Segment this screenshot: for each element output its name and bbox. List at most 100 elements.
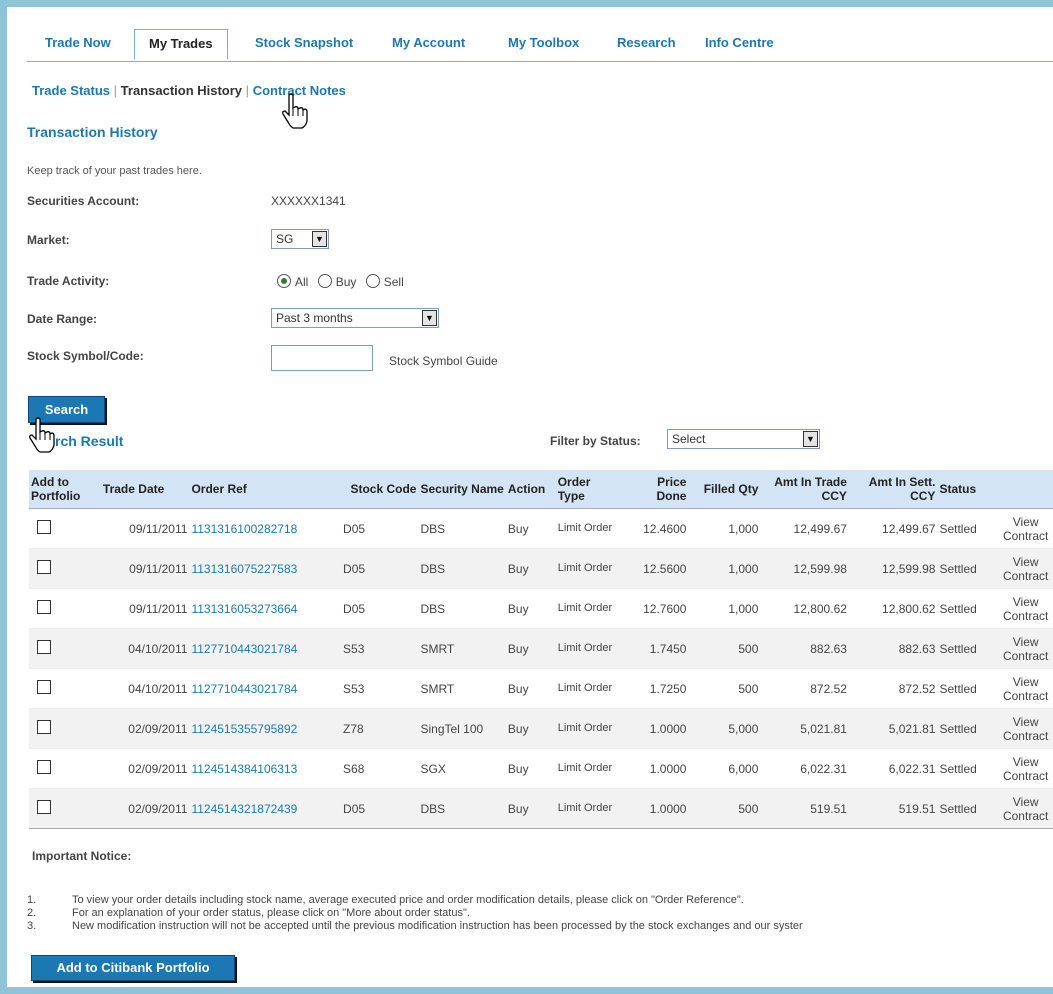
cell-stock-code: S53 bbox=[341, 628, 419, 669]
radio-buy[interactable] bbox=[317, 274, 332, 288]
add-portfolio-checkbox[interactable] bbox=[37, 800, 51, 814]
cell-stock-code: D05 bbox=[341, 788, 419, 829]
securities-account-value: XXXXXX1341 bbox=[271, 194, 346, 208]
cell-filled-qty: 500 bbox=[688, 668, 761, 709]
cell-order-ref[interactable]: 1124514384106313 bbox=[189, 748, 342, 789]
cell-order-type: Limit Order bbox=[555, 668, 623, 709]
cell-order-ref[interactable]: 1124514321872439 bbox=[189, 788, 342, 829]
cell-status: Settled bbox=[937, 628, 999, 669]
cell-order-type: Limit Order bbox=[555, 508, 623, 549]
tab-my-toolbox[interactable]: My Toolbox bbox=[508, 35, 579, 50]
cell-stock-code: D05 bbox=[341, 508, 419, 549]
table-row: 04/10/2011 1127710443021784 S53 SMRT Buy Limi… bbox=[29, 628, 1053, 669]
add-to-portfolio-button[interactable]: Add to Citibank Portfolio bbox=[31, 955, 235, 981]
radio-sell[interactable] bbox=[365, 274, 380, 288]
tab-my-account[interactable]: My Account bbox=[392, 35, 465, 50]
date-range-value: Past 3 months bbox=[276, 311, 353, 325]
subnav-trade-status[interactable]: Trade Status bbox=[32, 83, 110, 98]
tab-trade-now[interactable]: Trade Now bbox=[45, 35, 111, 50]
date-range-label: Date Range: bbox=[27, 312, 98, 326]
securities-account-label: Securities Account: bbox=[27, 194, 140, 208]
cell-stock-code: Z78 bbox=[341, 708, 419, 749]
cell-checkbox bbox=[29, 668, 101, 709]
table-row: 09/11/2011 1131316075227583 D05 DBS Buy Limit… bbox=[29, 548, 1053, 589]
cell-order-ref[interactable]: 1127710443021784 bbox=[189, 668, 342, 709]
cell-amt-trade: 519.51 bbox=[760, 788, 849, 829]
cell-amt-trade: 12,499.67 bbox=[760, 508, 849, 549]
market-label: Market: bbox=[27, 233, 70, 247]
table-row: 02/09/2011 1124514384106313 S68 SGX Buy Limit… bbox=[29, 748, 1053, 789]
add-portfolio-checkbox[interactable] bbox=[37, 600, 51, 614]
cell-stock-code: S53 bbox=[341, 668, 419, 709]
cell-security-name: SMRT bbox=[418, 628, 506, 669]
cell-action: Buy bbox=[505, 788, 556, 829]
cell-action: Buy bbox=[505, 548, 556, 589]
cell-order-ref[interactable]: 1131316100282718 bbox=[189, 508, 342, 549]
cell-amt-sett: 519.51 bbox=[848, 788, 938, 829]
tab-stock-snapshot[interactable]: Stock Snapshot bbox=[255, 35, 353, 50]
radio-all[interactable] bbox=[277, 274, 291, 288]
date-range-select[interactable]: Past 3 months ▼ bbox=[271, 308, 439, 328]
cell-status: Settled bbox=[937, 708, 999, 749]
cell-checkbox bbox=[29, 788, 101, 829]
cell-status: Settled bbox=[937, 508, 999, 549]
tab-info-centre[interactable]: Info Centre bbox=[705, 35, 774, 50]
subnav-separator: | bbox=[113, 83, 118, 98]
cell-view-contract[interactable]: View Contract bbox=[998, 548, 1053, 589]
filter-status-label: Filter by Status: bbox=[550, 434, 641, 448]
tab-research[interactable]: Research bbox=[617, 35, 676, 50]
cell-status: Settled bbox=[937, 588, 999, 629]
cell-order-ref[interactable]: 1131316053273664 bbox=[189, 588, 342, 629]
add-portfolio-checkbox[interactable] bbox=[37, 760, 51, 774]
cell-security-name: SingTel 100 bbox=[418, 708, 506, 749]
cell-view-contract[interactable]: View Contract bbox=[998, 668, 1053, 709]
cell-view-contract[interactable]: View Contract bbox=[998, 588, 1053, 629]
cell-amt-sett: 12,800.62 bbox=[848, 588, 938, 629]
cell-security-name: DBS bbox=[418, 508, 506, 549]
cell-security-name: DBS bbox=[418, 548, 506, 589]
cell-action: Buy bbox=[505, 748, 556, 789]
stock-symbol-guide-link[interactable]: Stock Symbol Guide bbox=[389, 354, 498, 368]
cell-filled-qty: 500 bbox=[688, 628, 761, 669]
add-portfolio-checkbox[interactable] bbox=[37, 520, 51, 534]
cell-price-done: 1.0000 bbox=[622, 708, 689, 749]
cell-view-contract[interactable]: View Contract bbox=[998, 708, 1053, 749]
table-row: 04/10/2011 1127710443021784 S53 SMRT Buy Limi… bbox=[29, 668, 1053, 709]
market-select[interactable]: SG ▼ bbox=[271, 229, 329, 249]
stock-symbol-input[interactable] bbox=[271, 345, 373, 371]
cell-checkbox bbox=[29, 748, 101, 789]
cell-order-ref[interactable]: 1127710443021784 bbox=[189, 628, 342, 669]
filter-status-select[interactable]: Select ▼ bbox=[667, 429, 820, 449]
add-portfolio-checkbox[interactable] bbox=[37, 640, 51, 654]
trade-activity-label: Trade Activity: bbox=[27, 274, 110, 288]
col-trade-date: Trade Date bbox=[100, 470, 190, 509]
subnav-transaction-history[interactable]: Transaction History bbox=[121, 83, 242, 98]
cell-view-contract[interactable]: View Contract bbox=[998, 788, 1053, 829]
chevron-down-icon[interactable]: ▼ bbox=[312, 231, 327, 247]
tab-my-trades[interactable]: My Trades bbox=[134, 29, 228, 60]
results-table: Add to Portfolio Trade Date Order Ref St… bbox=[29, 470, 1053, 829]
radio-all-label: All bbox=[295, 275, 309, 289]
cell-filled-qty: 1,000 bbox=[688, 508, 761, 549]
cell-order-ref[interactable]: 1124515355795892 bbox=[189, 708, 342, 749]
chevron-down-icon[interactable]: ▼ bbox=[803, 431, 818, 447]
cell-order-ref[interactable]: 1131316075227583 bbox=[189, 548, 342, 589]
col-stock-code: Stock Code bbox=[341, 470, 419, 509]
add-portfolio-checkbox[interactable] bbox=[37, 720, 51, 734]
cell-filled-qty: 1,000 bbox=[688, 588, 761, 629]
cell-amt-sett: 872.52 bbox=[848, 668, 938, 709]
add-portfolio-checkbox[interactable] bbox=[37, 680, 51, 694]
cell-price-done: 1.0000 bbox=[622, 748, 689, 789]
important-notice-title: Important Notice: bbox=[32, 849, 132, 863]
cell-order-type: Limit Order bbox=[555, 588, 623, 629]
cell-view-contract[interactable]: View Contract bbox=[998, 628, 1053, 669]
cell-view-contract[interactable]: View Contract bbox=[998, 748, 1053, 789]
market-select-value: SG bbox=[276, 232, 294, 246]
add-portfolio-checkbox[interactable] bbox=[37, 560, 51, 574]
col-link bbox=[998, 470, 1053, 509]
cell-view-contract[interactable]: View Contract bbox=[998, 508, 1053, 549]
notice-item: 1. To view your order details including s… bbox=[27, 894, 744, 906]
chevron-down-icon[interactable]: ▼ bbox=[422, 310, 437, 326]
cell-status: Settled bbox=[937, 548, 999, 589]
cell-amt-sett: 12,599.98 bbox=[848, 548, 938, 589]
